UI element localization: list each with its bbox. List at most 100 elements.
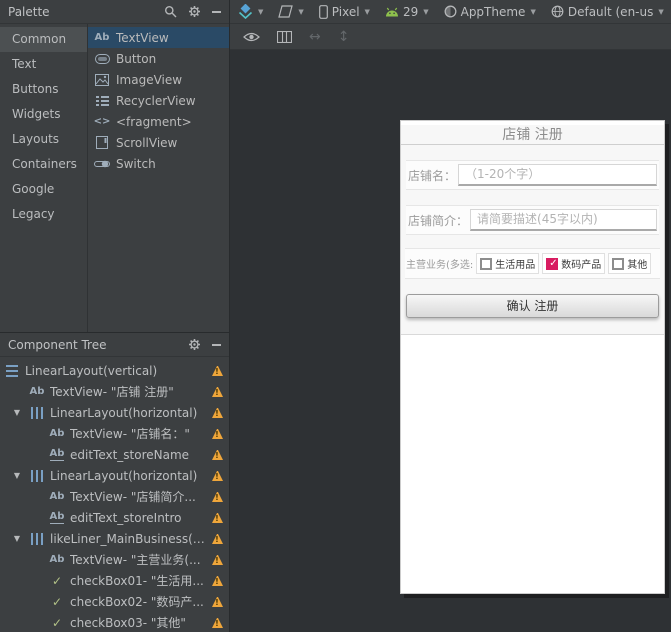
palette-category-buttons[interactable]: Buttons [0, 77, 87, 102]
warning-icon: ! [212, 428, 223, 439]
palette-item-scrollview[interactable]: ScrollView [88, 132, 229, 153]
design-canvas[interactable]: 店铺 注册 店铺名： （1-20个字） 店铺简介： 请简要描述(45字以内) 主营业务… [230, 50, 671, 632]
tree-row-6[interactable]: ▼ LinearLayout(horizontal)! [0, 465, 229, 486]
checkbox-unchecked[interactable] [612, 257, 625, 270]
design-surface-selector[interactable]: ▼ [238, 4, 263, 19]
edittext-icon: Ab [49, 448, 65, 461]
palette-category-common[interactable]: Common [0, 27, 87, 52]
checkbox-unchecked[interactable] [480, 257, 493, 270]
api-label: 29 [402, 4, 419, 19]
chevron-down-icon: ▼ [658, 7, 664, 16]
warning-icon: ! [212, 491, 223, 502]
expand-arrow-icon[interactable]: ▼ [10, 534, 24, 543]
palette-item-recyclerview[interactable]: RecyclerView [88, 90, 229, 111]
warning-icon: ! [212, 575, 223, 586]
view-options-button[interactable] [243, 31, 260, 43]
warning-icon: ! [212, 386, 223, 397]
warning-icon: ! [212, 470, 223, 481]
linearlayout-horizontal-icon [29, 469, 45, 483]
tree-row-10[interactable]: Ab TextView- "主营业务(...! [0, 549, 229, 570]
orientation-selector[interactable]: ▼ [278, 5, 304, 18]
tree-row-2[interactable]: Ab TextView- "店铺 注册"! [0, 381, 229, 402]
palette-category-google[interactable]: Google [0, 177, 87, 202]
tree-row-5[interactable]: Ab editText_storeName! [0, 444, 229, 465]
locale-label: Default (en-us [567, 4, 654, 19]
warning-icon: ! [212, 449, 223, 460]
orientation-arrow-icon[interactable]: ↕ [338, 29, 350, 45]
minimize-icon[interactable] [212, 343, 221, 346]
tree-row-1[interactable]: LinearLayout(vertical)! [0, 360, 229, 381]
store-register-title[interactable]: 店铺 注册 [401, 125, 664, 145]
tree-row-12[interactable]: ✓ checkBox02- "数码产...! [0, 591, 229, 612]
theme-label: AppTheme [460, 4, 526, 19]
palette-item-textview[interactable]: Ab TextView [88, 27, 229, 48]
palette-category-legacy[interactable]: Legacy [0, 202, 87, 227]
design-configuration-toolbar: ▼ ▼ Pixel ▼ 29 ▼ AppTheme ▼ Default (en-… [230, 0, 671, 24]
palette-item-fragment[interactable]: <> <fragment> [88, 111, 229, 132]
orientation-icon [278, 5, 294, 18]
checkbox-label: 数码产品 [561, 260, 602, 271]
field-label[interactable]: 店铺名： [408, 167, 456, 184]
swap-width-height-icon[interactable]: ↔ [309, 29, 321, 45]
tree-row-11[interactable]: ✓ checkBox01- "生活用...! [0, 570, 229, 591]
warning-icon: ! [212, 512, 223, 523]
design-blueprint-toggle-button[interactable] [277, 30, 292, 43]
edittext-field[interactable]: （1-20个字） [458, 164, 657, 186]
tree-item-label: TextView- "店铺简介... [70, 490, 196, 504]
warning-icon: ! [212, 407, 223, 418]
checkbox-checked[interactable] [546, 257, 559, 270]
form-row-2: 店铺简介： 请简要描述(45字以内) [406, 205, 659, 235]
checkbox-option-1[interactable]: 生活用品 [476, 253, 540, 274]
search-icon[interactable] [164, 5, 177, 18]
tree-item-label: LinearLayout(horizontal) [50, 405, 198, 420]
warning-icon: ! [212, 617, 223, 628]
checkbox-option-3[interactable]: 其他 [608, 253, 652, 274]
theme-selector[interactable]: AppTheme ▼ [444, 5, 536, 19]
chevron-down-icon: ▼ [258, 7, 264, 16]
form-row-1: 店铺名： （1-20个字） [406, 160, 659, 190]
checkbox-icon: ✓ [51, 573, 63, 588]
phone-icon [318, 4, 328, 19]
design-editor-pane: ▼ ▼ Pixel ▼ 29 ▼ AppTheme ▼ Default (en-… [230, 0, 671, 632]
gear-icon[interactable] [188, 5, 201, 18]
recyclerview-icon [94, 94, 110, 108]
palette-category-text[interactable]: Text [0, 52, 87, 77]
device-screen[interactable]: 店铺 注册 店铺名： （1-20个字） 店铺简介： 请简要描述(45字以内) 主营业务… [400, 120, 665, 594]
palette-category-layouts[interactable]: Layouts [0, 127, 87, 152]
locale-selector[interactable]: Default (en-us ▼ [551, 5, 664, 19]
palette-title: Palette [8, 4, 50, 19]
api-version-selector[interactable]: 29 ▼ [385, 5, 429, 19]
palette-item-imageview[interactable]: ImageView [88, 69, 229, 90]
checkbox-option-2[interactable]: 数码产品 [542, 253, 606, 274]
field-label[interactable]: 店铺简介： [408, 212, 468, 229]
warning-icon: ! [212, 365, 223, 376]
device-selector[interactable]: Pixel ▼ [318, 4, 370, 19]
tree-row-8[interactable]: Ab editText_storeIntro! [0, 507, 229, 528]
tree-row-13[interactable]: ✓ checkBox03- "其他"! [0, 612, 229, 632]
component-tree-list: LinearLayout(vertical)! Ab TextView- "店铺 注… [0, 357, 229, 632]
checkbox-label: 其他 [627, 260, 648, 271]
main-business-label[interactable]: 主营业务(多选: [406, 256, 473, 271]
expand-arrow-icon[interactable]: ▼ [10, 408, 24, 417]
palette-category-widgets[interactable]: Widgets [0, 102, 87, 127]
tree-row-3[interactable]: ▼ LinearLayout(horizontal)! [0, 402, 229, 423]
checkbox-options: 生活用品 数码产品 其他 [473, 253, 659, 274]
form-section: 店铺 注册 店铺名： （1-20个字） 店铺简介： 请简要描述(45字以内) 主营业务… [401, 125, 664, 335]
tree-row-4[interactable]: Ab TextView- "店铺名："! [0, 423, 229, 444]
palette-item-switch[interactable]: Switch [88, 153, 229, 174]
textview-icon: Ab [49, 491, 65, 502]
edittext-field[interactable]: 请简要描述(45字以内) [470, 209, 657, 231]
tree-row-9[interactable]: ▼ likeLiner_MainBusiness(ho...! [0, 528, 229, 549]
expand-arrow-icon[interactable]: ▼ [10, 471, 24, 480]
minimize-icon[interactable] [212, 10, 221, 13]
confirm-register-button[interactable]: 确认 注册 [406, 294, 659, 318]
palette-category-containers[interactable]: Containers [0, 152, 87, 177]
android-icon [385, 7, 399, 17]
textview-icon: Ab [49, 554, 65, 565]
gear-icon[interactable] [188, 338, 201, 351]
tree-row-7[interactable]: Ab TextView- "店铺简介...! [0, 486, 229, 507]
edittext-icon: Ab [49, 511, 65, 524]
tree-item-label: editText_storeName [70, 447, 190, 462]
palette-item-button[interactable]: Button [88, 48, 229, 69]
checkbox-icon: ✓ [51, 615, 63, 630]
